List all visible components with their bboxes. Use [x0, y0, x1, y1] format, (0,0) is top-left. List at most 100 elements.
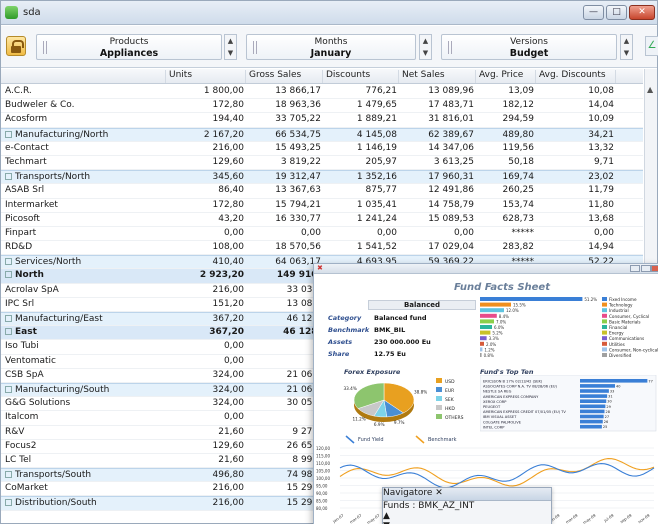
- versions-selector[interactable]: Versions Budget: [441, 34, 617, 60]
- cell-text: Services/North: [15, 257, 82, 268]
- factsheet-minimize-button[interactable]: [630, 265, 640, 272]
- cell-text: 13 866,17: [275, 86, 321, 96]
- months-spinner[interactable]: ▲ ▼: [419, 34, 432, 60]
- cell-text: 31 816,01: [428, 114, 474, 125]
- table-cell: 50,18: [476, 157, 534, 167]
- navigator-selector[interactable]: Funds : BMK_AZ_INT: [383, 501, 551, 511]
- table-row[interactable]: Picosoft 43,20 16 330,77 1 241,24 15 089,53 6…: [1, 213, 643, 227]
- sector-bar: [480, 297, 583, 301]
- table-cell: 149 910,: [246, 270, 321, 280]
- table-row[interactable]: Budweler & Co. 172,80 18 963,36 1 479,65 17 …: [1, 99, 643, 114]
- scroll-up-icon[interactable]: ▲: [647, 85, 653, 94]
- sector-legend-label: Consumer, Cyclical: [609, 314, 649, 319]
- table-cell: 172,80: [166, 200, 245, 210]
- expand-icon[interactable]: [5, 328, 12, 336]
- forex-legend-label: EUR: [445, 388, 454, 394]
- y-tick-label: 120,00: [316, 446, 330, 451]
- table-cell: 182,12: [476, 100, 535, 110]
- row-label: Services/North: [5, 257, 165, 267]
- title-bar: sda — □ ✕: [1, 1, 657, 25]
- factsheet-title-bar: ✖: [314, 264, 658, 274]
- cell-text: Intermarket: [5, 199, 58, 210]
- header-avg-discounts[interactable]: Avg. Discounts: [536, 70, 616, 83]
- cell-text: 34,21: [588, 129, 614, 140]
- legend-swatch: [602, 297, 607, 301]
- holding-bar: [580, 379, 648, 383]
- table-cell: 13,68: [536, 214, 614, 224]
- table-cell: 23,02: [536, 172, 614, 182]
- navigator-close-button[interactable]: ✕: [435, 488, 443, 498]
- holding-bar: [580, 384, 615, 388]
- holding-bar: [580, 404, 606, 409]
- table-cell: *****: [476, 228, 535, 238]
- cell-text: 15 089,53: [428, 213, 474, 224]
- sector-bar: [480, 341, 484, 346]
- expand-icon[interactable]: [5, 130, 12, 138]
- cell-text: Finpart: [5, 227, 37, 238]
- table-row[interactable]: Finpart 0,00 0,00 0,00 0,00 ***** 0,00: [1, 227, 643, 242]
- cell-text: Italcom: [5, 412, 39, 423]
- table-cell: 0,00: [246, 228, 321, 238]
- row-label: Manufacturing/South: [5, 385, 165, 395]
- sector-legend-label: Consumer, Non-cyclical: [609, 347, 658, 352]
- cell-text: 1 035,41: [356, 199, 397, 210]
- table-row[interactable]: e-Contact 216,00 15 493,25 1 146,19 14 347,0…: [1, 142, 643, 156]
- months-selector[interactable]: Months January: [246, 34, 416, 60]
- expand-icon[interactable]: [5, 271, 12, 279]
- header-avg-price[interactable]: Avg. Price: [476, 70, 536, 83]
- table-row[interactable]: Manufacturing/North 2 167,20 66 534,75 4 14…: [1, 127, 643, 142]
- lock-icon[interactable]: [6, 36, 26, 56]
- table-cell: 496,80: [166, 470, 245, 480]
- table-row[interactable]: Acosform 194,40 33 705,22 1 889,21 31 816,01…: [1, 113, 643, 128]
- navigator-spinner[interactable]: ▲▼: [383, 511, 551, 524]
- factsheet-close-button[interactable]: [651, 265, 658, 272]
- sector-bar-label: 8.4%: [499, 314, 509, 319]
- table-cell: 66 534,75: [246, 130, 321, 140]
- cell-text: 10,09: [588, 114, 614, 125]
- cell-text: 17 483,71: [428, 100, 474, 111]
- legend-swatch: [602, 313, 607, 318]
- table-cell: 0,: [246, 412, 321, 422]
- benchmark-value: BMK_BIL: [374, 326, 406, 334]
- expand-icon[interactable]: [5, 499, 12, 507]
- maximize-button[interactable]: □: [606, 5, 627, 20]
- holding-value: 29: [606, 405, 610, 409]
- x-tick-label: may-07: [366, 512, 381, 524]
- table-cell: 15 089,53: [399, 214, 474, 224]
- header-gross-sales[interactable]: Gross Sales: [246, 70, 323, 83]
- products-spinner[interactable]: ▲ ▼: [224, 34, 237, 60]
- cell-text: 9,71: [593, 156, 614, 167]
- table-cell: 0,00: [166, 356, 244, 366]
- table-row[interactable]: Techmart 129,60 3 819,22 205,97 3 613,25 50,1…: [1, 156, 643, 171]
- cell-text: 628,73: [502, 213, 535, 224]
- table-row[interactable]: ASAB Srl 86,40 13 367,63 875,77 12 491,86 260…: [1, 184, 643, 199]
- table-row[interactable]: Transports/North 345,60 19 312,47 1 352,16 1…: [1, 170, 643, 185]
- header-discounts[interactable]: Discounts: [323, 70, 399, 83]
- tool-icon[interactable]: ∠: [645, 36, 658, 56]
- expand-icon[interactable]: [5, 258, 12, 266]
- header-net-sales[interactable]: Net Sales: [399, 70, 476, 83]
- table-cell: 13 866,17: [246, 86, 321, 96]
- expand-icon[interactable]: [5, 173, 12, 181]
- row-label: Transports/North: [5, 172, 165, 182]
- cell-text: 15 493,25: [275, 142, 321, 153]
- factsheet-maximize-button[interactable]: [641, 265, 651, 272]
- holding-bar: [580, 424, 602, 429]
- table-cell: 21,60: [166, 455, 244, 465]
- cell-text: 205,97: [365, 156, 398, 167]
- table-row[interactable]: RD&D 108,00 18 570,56 1 541,52 17 029,04 283,…: [1, 241, 643, 256]
- expand-icon[interactable]: [5, 315, 12, 322]
- cell-text: 13 089,96: [428, 86, 474, 96]
- versions-spinner[interactable]: ▲ ▼: [620, 34, 633, 60]
- table-row[interactable]: A.C.R. 1 800,00 13 866,17 776,21 13 089,96 13…: [1, 85, 643, 100]
- close-button[interactable]: ✕: [629, 5, 655, 20]
- header-units[interactable]: Units: [166, 70, 246, 83]
- expand-icon[interactable]: [5, 385, 12, 393]
- cell-text: ASAB Srl: [5, 185, 45, 196]
- minimize-button[interactable]: —: [583, 5, 604, 20]
- table-row[interactable]: Intermarket 172,80 15 794,21 1 035,41 14 758…: [1, 199, 643, 213]
- grid-header: Units Gross Sales Discounts Net Sales Av…: [1, 69, 643, 84]
- products-selector[interactable]: Products Appliances: [36, 34, 222, 60]
- expand-icon[interactable]: [5, 471, 12, 479]
- vertical-scrollbar[interactable]: ▲: [644, 69, 657, 269]
